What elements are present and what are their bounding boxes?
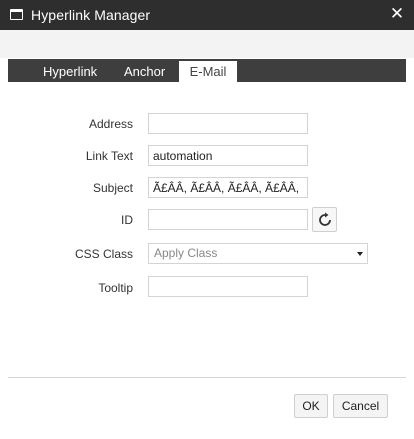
tab-email[interactable]: E-Mail — [179, 61, 237, 82]
id-label: ID — [121, 213, 133, 227]
footer-divider — [8, 377, 406, 378]
address-label: Address — [88, 117, 133, 131]
ok-button[interactable]: OK — [294, 394, 328, 418]
generate-id-button[interactable] — [312, 207, 337, 232]
title-bar: Hyperlink Manager ✕ — [0, 0, 414, 30]
chevron-down-icon — [357, 252, 363, 256]
cancel-button[interactable]: Cancel — [333, 394, 388, 418]
link-text-label: Link Text — [85, 149, 133, 163]
subject-input[interactable] — [148, 177, 308, 198]
address-input[interactable] — [148, 113, 308, 134]
tab-hyperlink[interactable]: Hyperlink — [35, 61, 105, 82]
dialog-subheader — [0, 30, 414, 58]
window-icon — [10, 9, 23, 20]
dialog-title: Hyperlink Manager — [31, 7, 151, 23]
tooltip-label: Tooltip — [98, 281, 133, 295]
css-class-selected: Apply Class — [154, 246, 218, 260]
tab-bar: Hyperlink Anchor E-Mail — [8, 59, 406, 82]
tooltip-input[interactable] — [148, 276, 308, 297]
css-class-select[interactable]: Apply Class — [148, 243, 368, 264]
css-class-label: CSS Class — [74, 247, 133, 261]
subject-label: Subject — [92, 181, 133, 195]
id-input[interactable] — [148, 209, 308, 230]
refresh-icon — [319, 212, 331, 226]
tab-anchor[interactable]: Anchor — [116, 61, 173, 82]
close-icon[interactable]: ✕ — [388, 4, 406, 24]
link-text-input[interactable] — [148, 145, 308, 166]
